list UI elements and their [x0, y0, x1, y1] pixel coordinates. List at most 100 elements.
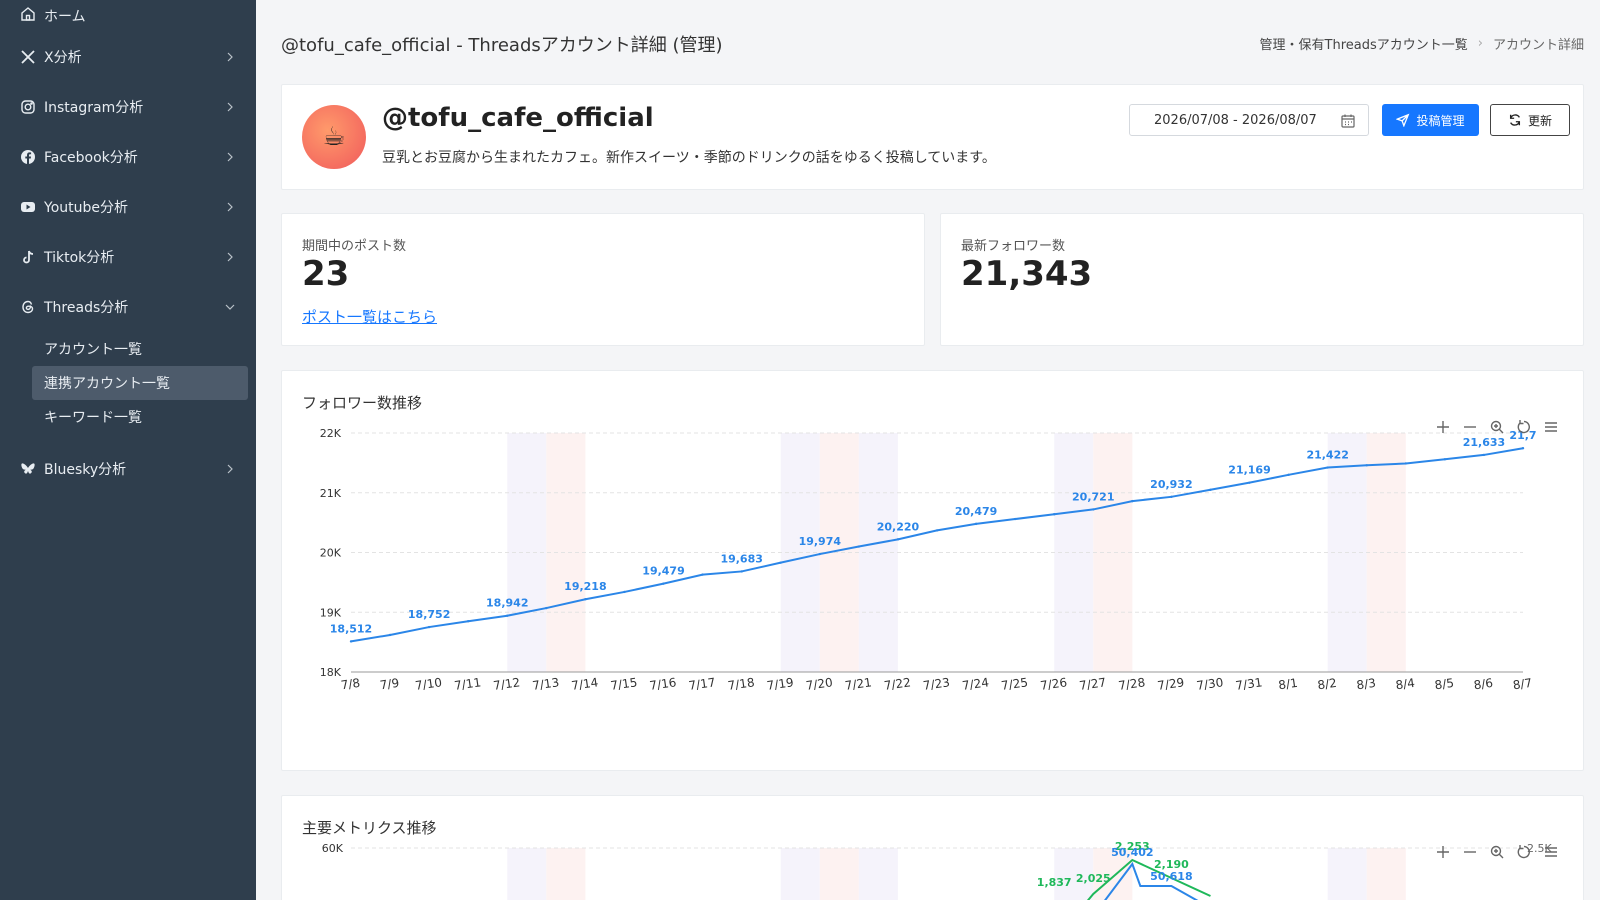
chart-title: フォロワー数推移	[302, 394, 423, 412]
data-point	[1013, 517, 1017, 521]
data-point	[427, 625, 431, 629]
main-content: @tofu_cafe_official - Threadsアカウント詳細 (管理…	[256, 0, 1600, 900]
data-label: 18,512	[330, 622, 372, 635]
data-point	[740, 570, 743, 573]
reset-zoom-icon[interactable]	[1516, 844, 1532, 860]
sidebar: ホーム X分析 Instagram分析 Facebook分析 Youtube分析	[0, 0, 256, 900]
chart-title: 主要メトリクス推移	[302, 819, 437, 837]
data-point	[896, 538, 900, 541]
date-range-value: 2026/07/08 - 2026/08/07	[1154, 112, 1317, 128]
chevron-right-icon	[227, 202, 233, 212]
sidebar-item-threads[interactable]: Threads分析	[0, 282, 256, 332]
data-point	[1131, 499, 1134, 503]
x-tick-label: 7/11	[453, 675, 482, 693]
data-point	[1287, 473, 1290, 477]
reset-zoom-icon[interactable]	[1516, 419, 1532, 435]
data-label: 50,402	[1111, 846, 1153, 859]
sidebar-item-label: Bluesky分析	[44, 462, 127, 478]
sidebar-item-home[interactable]: ホーム	[0, 0, 256, 32]
x-tick-label: 7/15	[610, 675, 639, 693]
magnifier-icon[interactable]	[1489, 844, 1505, 860]
refresh-button[interactable]: 更新	[1490, 104, 1570, 136]
chevron-right-icon	[227, 464, 233, 474]
data-label: 20,721	[1072, 490, 1114, 503]
x-tick-label: 7/21	[844, 675, 873, 693]
post-manage-label: 投稿管理	[1416, 113, 1465, 128]
youtube-icon	[20, 199, 36, 215]
x-tick-label: 8/7	[1512, 676, 1533, 693]
data-point	[1521, 447, 1525, 450]
zoom-out-icon[interactable]	[1462, 844, 1478, 860]
data-point	[1092, 508, 1095, 511]
zoom-out-icon[interactable]	[1462, 419, 1478, 435]
sidebar-item-youtube[interactable]: Youtube分析	[0, 182, 256, 232]
breadcrumb-link-account-list[interactable]: 管理・保有Threadsアカウント一覧	[1260, 34, 1468, 53]
sidebar-subitem-keywords[interactable]: キーワード一覧	[32, 400, 248, 434]
data-label: 20,932	[1150, 478, 1192, 491]
data-label: 18,942	[486, 597, 528, 610]
magnifier-icon[interactable]	[1489, 419, 1505, 435]
sidebar-item-instagram[interactable]: Instagram分析	[0, 82, 256, 132]
x-tick-label: 7/8	[340, 676, 361, 693]
sidebar-subitem-account-list[interactable]: アカウント一覧	[32, 332, 248, 366]
x-tick-label: 7/26	[1039, 675, 1068, 693]
data-point	[506, 614, 509, 617]
posts-count-value: 23	[302, 254, 350, 294]
posts-count-label: 期間中のポスト数	[302, 239, 407, 254]
post-list-link[interactable]: ポスト一覧はこちら	[302, 306, 437, 327]
zoom-in-icon[interactable]	[1435, 419, 1451, 435]
x-tick-label: 7/22	[883, 675, 912, 693]
y-tick-label: 21K	[320, 487, 342, 500]
x-tick-label: 8/1	[1278, 676, 1299, 693]
breadcrumb: 管理・保有Threadsアカウント一覧 › アカウント詳細	[1260, 34, 1584, 53]
x-tick-label: 8/2	[1317, 676, 1338, 693]
data-point	[818, 552, 821, 556]
x-tick-label: 7/9	[379, 676, 400, 693]
weekend-band	[858, 848, 898, 900]
sidebar-item-tiktok[interactable]: Tiktok分析	[0, 232, 256, 282]
data-point	[779, 561, 782, 564]
data-point	[1365, 464, 1368, 467]
data-point	[1326, 466, 1329, 469]
date-range-picker[interactable]: 2026/07/08 - 2026/08/07	[1129, 104, 1369, 136]
x-tick-label: 7/19	[766, 675, 795, 693]
weekend-band	[1366, 433, 1406, 672]
sidebar-item-bluesky[interactable]: Bluesky分析	[0, 444, 256, 494]
x-tick-label: 7/25	[1000, 675, 1029, 693]
x-tick-label: 7/16	[649, 675, 678, 693]
chevron-right-icon	[227, 152, 233, 162]
weekend-band	[546, 433, 586, 672]
followers-label: 最新フォロワー数	[961, 239, 1066, 254]
data-point	[545, 606, 548, 610]
avatar: ☕	[302, 105, 366, 169]
data-label: 20,220	[877, 520, 920, 533]
zoom-in-icon[interactable]	[1435, 844, 1451, 860]
account-handle: @tofu_cafe_official	[382, 103, 654, 133]
menu-icon[interactable]	[1543, 419, 1559, 435]
data-point	[467, 620, 470, 623]
sidebar-item-label: Instagram分析	[44, 100, 144, 116]
sidebar-item-label: ホーム	[44, 9, 86, 25]
y-tick-label: 20K	[320, 547, 342, 560]
sidebar-item-x[interactable]: X分析	[0, 32, 256, 82]
weekend-band	[1093, 433, 1133, 672]
data-label: 1,837	[1037, 876, 1072, 889]
y-tick-label: 60K	[322, 842, 344, 855]
refresh-icon	[1509, 114, 1521, 126]
x-tick-label: 7/24	[961, 675, 990, 693]
calendar-icon	[1341, 114, 1355, 128]
data-point	[1209, 488, 1212, 491]
profile-card: ☕ @tofu_cafe_official 豆乳とお豆腐から生まれたカフェ。新作…	[281, 84, 1584, 190]
sidebar-item-label: Facebook分析	[44, 150, 138, 166]
instagram-icon	[20, 99, 36, 115]
sidebar-subitem-linked-accounts[interactable]: 連携アカウント一覧	[32, 366, 248, 400]
post-manage-button[interactable]: 投稿管理	[1382, 104, 1479, 136]
account-bio: 豆乳とお豆腐から生まれたカフェ。新作スイーツ・季節のドリンクの話をゆるく投稿して…	[382, 150, 996, 166]
data-point	[623, 590, 626, 594]
facebook-icon	[20, 149, 36, 165]
chevron-right-icon	[227, 52, 233, 62]
menu-icon[interactable]	[1543, 844, 1559, 860]
sidebar-item-facebook[interactable]: Facebook分析	[0, 132, 256, 182]
x-tick-label: 7/27	[1078, 675, 1107, 693]
breadcrumb-separator-icon: ›	[1477, 36, 1483, 51]
